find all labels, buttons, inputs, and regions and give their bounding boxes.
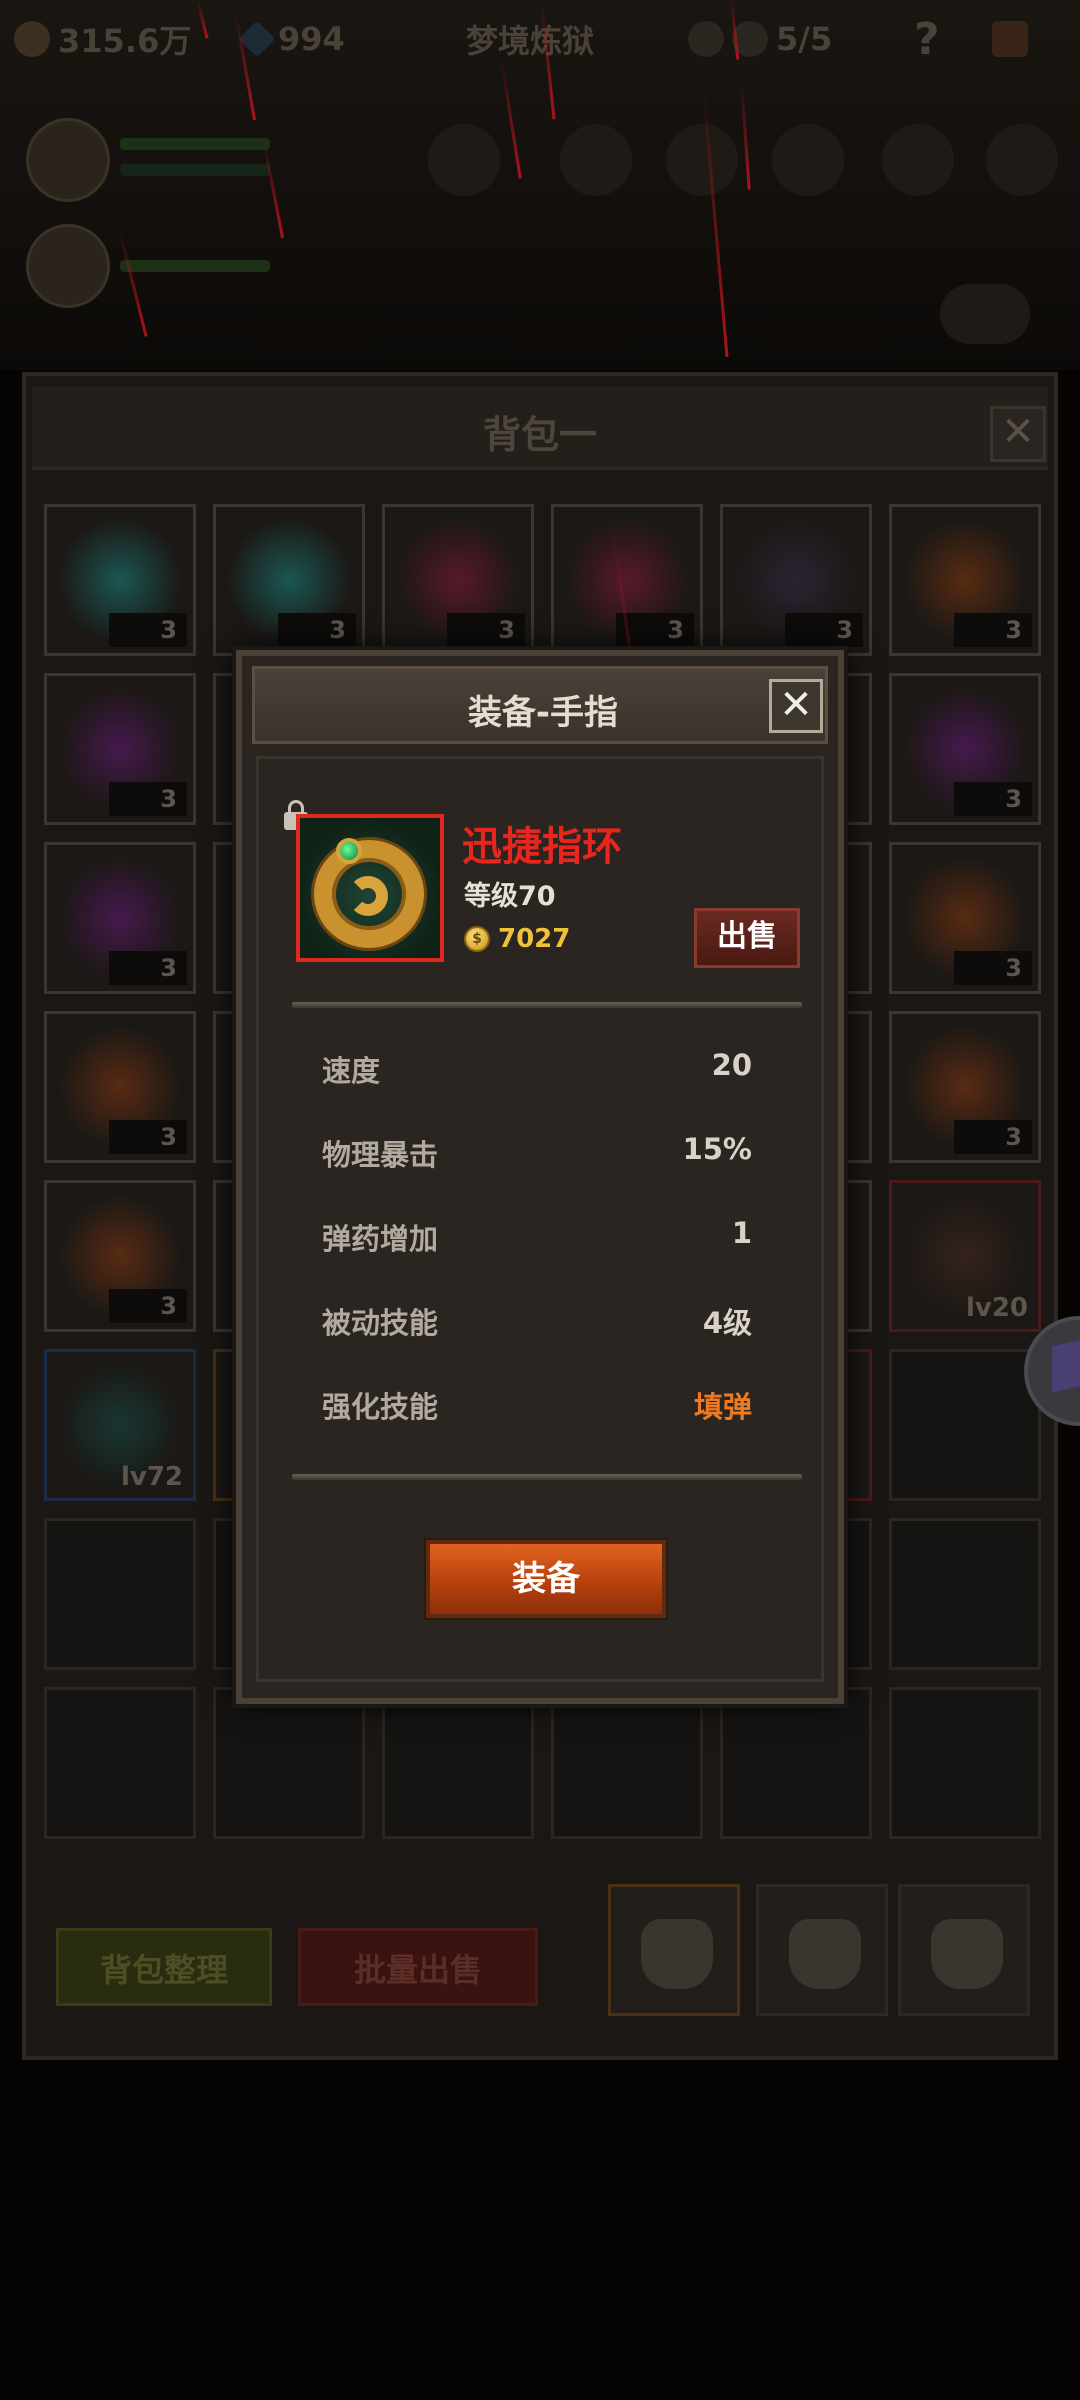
skill-slot-icon [428,124,500,196]
bag-slot-empty[interactable] [213,1687,365,1839]
item-price: 7027 [498,924,571,954]
bag-tab-1[interactable] [608,1884,740,2016]
bag-slot[interactable]: 3 [213,504,365,656]
help-icon[interactable]: ? [914,14,940,65]
gold-coin-icon: $ [464,926,490,952]
bag-slot[interactable]: 3 [44,1011,196,1163]
bag-slot-empty[interactable] [382,1687,534,1839]
gold-counter: 315.6万 [14,14,191,64]
bag-slot[interactable]: 3 [889,1011,1041,1163]
dialog-header: 装备-手指 ✕ [252,666,828,744]
dialog-close-button[interactable]: ✕ [769,679,823,733]
bag-slot[interactable]: 3 [889,673,1041,825]
key-counter: 5/5 [688,14,832,64]
bag-close-button[interactable]: ✕ [990,406,1046,462]
skill-slot-icon [666,124,738,196]
bag-title: 背包一 [482,413,597,457]
bag-slot[interactable]: 3 [44,1180,196,1332]
stat-row-passive-skill: 被动技能 4级 [322,1306,752,1340]
dialog-title: 装备-手指 [467,693,619,733]
hero-hp-bar [120,138,270,150]
bag-slot[interactable]: 3 [44,504,196,656]
bag-sack-icon [789,1919,861,1989]
bag-tab-2[interactable] [756,1884,888,2016]
key-value: 5/5 [776,20,833,58]
stat-row-ammo: 弹药增加 1 [322,1216,752,1256]
bag-slot[interactable]: 3 [44,673,196,825]
bulk-sell-button[interactable]: 批量出售 [298,1928,538,2006]
emerald-gem-icon [336,838,362,864]
skill-slot-icon [772,124,844,196]
skill-slot-icon [560,124,632,196]
gold-coin-icon [14,21,50,57]
item-name: 迅捷指环 [462,824,622,870]
bag-slot-empty[interactable] [889,1687,1041,1839]
hero-row-1 [20,118,1060,208]
bag-slot-empty[interactable] [44,1518,196,1670]
bag-header: 背包一 ✕ [32,386,1048,470]
bag-sack-icon [641,1919,713,1989]
item-icon-frame [296,814,444,962]
bag-slot-armor[interactable]: lv72 [44,1349,196,1501]
stat-row-enhance-skill: 强化技能 填弹 [322,1390,752,1424]
equip-button[interactable]: 装备 [426,1540,666,1618]
sell-button[interactable]: 出售 [694,908,800,968]
gift-icon[interactable] [992,14,1028,64]
equipment-dialog: 装备-手指 ✕ 迅捷指环 等级70 $ 7027 出售 速度 20 物理暴击 1… [236,650,844,1704]
item-level: 等级70 [464,881,556,912]
hero-row-2 [20,224,1060,344]
bag-slot[interactable]: 3 [382,504,534,656]
divider [292,1474,802,1480]
sort-bag-button[interactable]: 背包整理 [56,1928,272,2006]
bag-slot[interactable]: 3 [889,504,1041,656]
stat-row-crit: 物理暴击 15% [322,1132,752,1172]
leaf-icon [986,124,1058,196]
bag-tab-3[interactable] [898,1884,1030,2016]
bag-slot-empty[interactable] [889,1349,1041,1501]
wing-icon [940,284,1030,344]
gem-counter: 994 [238,14,345,64]
bag-sack-icon [931,1919,1003,1989]
bag-slot-empty[interactable] [720,1687,872,1839]
pet-avatar-icon[interactable] [26,224,110,308]
bag-slot-empty[interactable] [889,1518,1041,1670]
top-hud: 315.6万 994 梦境炼狱 5/5 ? [0,0,1080,80]
bag-slot-weapon[interactable]: lv20 [889,1180,1041,1332]
gem-value: 994 [278,20,345,58]
key-icon [688,21,724,57]
hero-exp-bar [120,164,270,176]
divider [292,1002,802,1008]
bag-slot[interactable]: 3 [44,842,196,994]
stat-row-speed: 速度 20 [322,1048,752,1088]
cube-icon [1052,1337,1080,1393]
mode-label: 梦境炼狱 [466,22,595,60]
hero-avatar-icon[interactable] [26,118,110,202]
gold-value: 315.6万 [58,22,192,60]
pet-hp-bar [120,260,270,272]
bag-slot[interactable]: 3 [720,504,872,656]
bag-slot-empty[interactable] [551,1687,703,1839]
bag-slot-empty[interactable] [44,1687,196,1839]
bag-slot[interactable]: 3 [889,842,1041,994]
skill-slot-icon [882,124,954,196]
